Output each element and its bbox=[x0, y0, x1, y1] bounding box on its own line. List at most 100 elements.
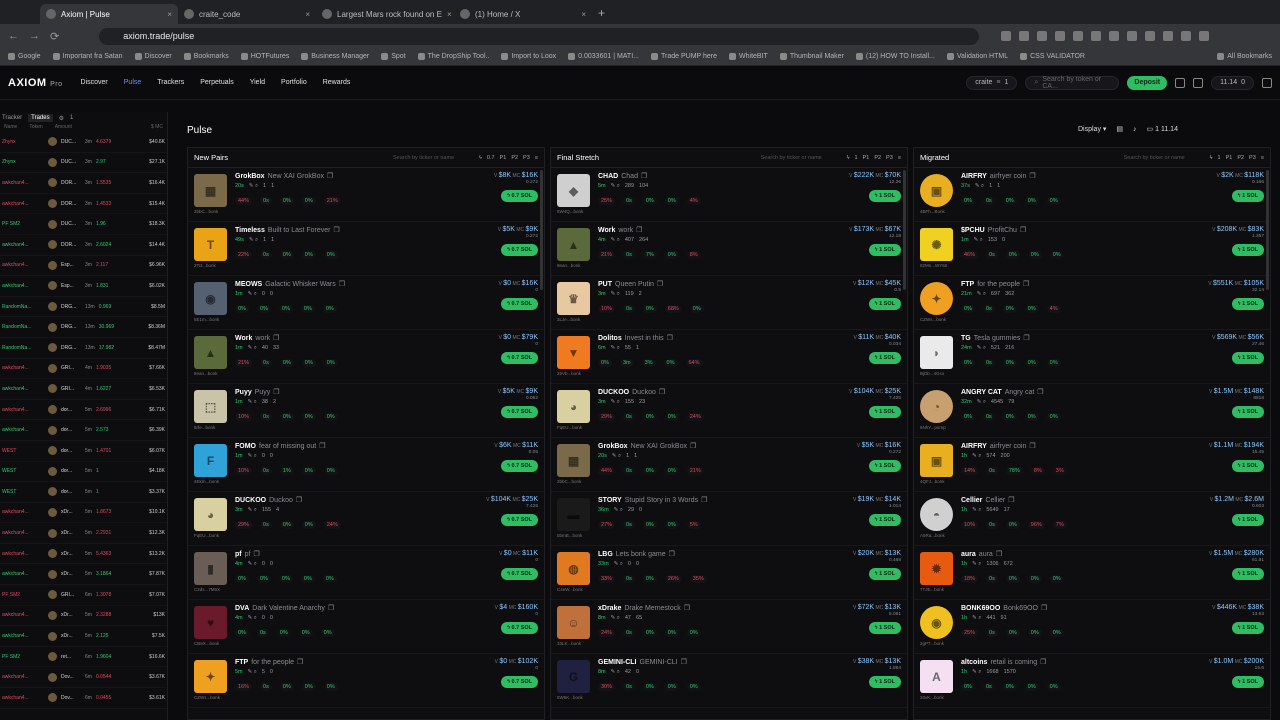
token-symbol[interactable]: Esp... bbox=[61, 283, 81, 289]
token-symbol[interactable]: pf bbox=[235, 551, 242, 558]
copy-icon[interactable]: ❐ bbox=[1041, 604, 1047, 612]
trader-name[interactable]: awkchan4... bbox=[2, 201, 44, 207]
token-symbol[interactable]: FTP bbox=[961, 281, 974, 288]
token-symbol[interactable]: Esp... bbox=[61, 262, 81, 268]
trader-name[interactable]: PF SM2 bbox=[2, 592, 44, 598]
token-image[interactable]: ◍ C4eW...bonk bbox=[557, 552, 590, 592]
trader-name[interactable]: PF SM2 bbox=[2, 654, 44, 660]
preset-p2[interactable]: P2 bbox=[1237, 155, 1244, 161]
token-card[interactable]: T 2Tct...bonk Timeless Built to Last Foreve… bbox=[188, 222, 544, 276]
quick-buy-button[interactable]: ϟ 0.7 SOL bbox=[501, 244, 538, 256]
token-image[interactable]: ◉ 2gP7...bonk bbox=[920, 606, 953, 646]
token-card[interactable]: ◉ 2gP7...bonk BONK69OO Bonk69OO ❐ 1h ✎ ⌕ 441 91 2… bbox=[914, 600, 1270, 654]
quick-buy-button[interactable]: ϟ 1 SOL bbox=[1231, 298, 1264, 310]
trade-row[interactable]: awkchan4... xDr... 5m 2.2931 $12.3K bbox=[0, 523, 167, 544]
column-search-input[interactable]: Search by ticker or name bbox=[761, 155, 841, 161]
trade-row[interactable]: awkchan4... xDr... 5m 2.125 $7.5K bbox=[0, 626, 167, 647]
quick-buy-button[interactable]: ϟ 0.7 SOL bbox=[501, 190, 538, 202]
token-card[interactable]: G 5W6K...bonk GEMINI-CLI GEMINI-CLI ❐ 8m ✎ ⌕ 42… bbox=[551, 654, 907, 708]
token-symbol[interactable]: xDr... bbox=[61, 530, 81, 536]
trade-row[interactable]: awkchan4... xDr... 5m 3.1864 $7.87K bbox=[0, 564, 167, 586]
trade-row[interactable]: awkchan4... DOR... 3m 1.4533 $15.4K bbox=[0, 194, 167, 215]
trade-row[interactable]: PF SM2 GRI... 6m 1.3078 $7.07K bbox=[0, 585, 167, 606]
socials-icons[interactable]: ✎ ⌕ bbox=[612, 453, 621, 460]
token-symbol[interactable]: altcoins bbox=[961, 659, 987, 666]
token-address[interactable]: 3LJe...bonk bbox=[557, 317, 593, 322]
copy-icon[interactable]: ❐ bbox=[328, 604, 334, 612]
token-card[interactable]: ▼ 25Vb...bonk Dolitos Invest in this ❐ 6m ✎ ⌕ 5… bbox=[551, 330, 907, 384]
token-card[interactable]: ◗ BjDb...4Gso TG Tesla gummies ❐ 24m ✎ ⌕ 521 216… bbox=[914, 330, 1270, 384]
trade-row[interactable]: awkchan4... Esp... 3m 1.831 $6.02K bbox=[0, 276, 167, 297]
quick-buy-button[interactable]: ϟ 1 SOL bbox=[868, 676, 901, 688]
token-card[interactable]: ▣ 4BFh...Bonk AIRFRY airfryer coin ❐ 37s ✎ ⌕ 1 1… bbox=[914, 168, 1270, 222]
token-address[interactable]: 5W4Q...bonk bbox=[557, 209, 593, 214]
extension-icon[interactable] bbox=[1181, 31, 1192, 41]
token-image[interactable]: ⬚ 5rfe...bonk bbox=[194, 390, 227, 430]
socials-icons[interactable]: ✎ ⌕ bbox=[611, 669, 620, 676]
token-symbol[interactable]: Work bbox=[598, 227, 615, 234]
token-symbol[interactable]: Dov... bbox=[61, 674, 81, 680]
bookmark[interactable]: 0.0033601 | MATI... bbox=[568, 53, 639, 60]
trade-row[interactable]: Zhynx DUC... 3m 2.97 $27.1K bbox=[0, 153, 167, 174]
token-image[interactable]: ✹ 7TJE...bonk bbox=[920, 552, 953, 592]
trade-row[interactable]: WEST dor... 5m 1 $3.37K bbox=[0, 482, 167, 503]
wallet-icon[interactable]: ▭ 1 11.14 bbox=[1147, 125, 1178, 133]
token-symbol[interactable]: STORY bbox=[598, 497, 622, 504]
trader-name[interactable]: awkchan4... bbox=[2, 262, 44, 268]
token-symbol[interactable]: GRI... bbox=[61, 592, 81, 598]
trader-name[interactable]: PF SM2 bbox=[2, 221, 44, 227]
trader-name[interactable]: RandomNa... bbox=[2, 324, 44, 330]
copy-icon[interactable]: ❐ bbox=[1023, 280, 1029, 288]
browser-tab[interactable]: Largest Mars rock found on E × bbox=[316, 4, 454, 24]
nav-item-portfolio[interactable]: Portfolio bbox=[281, 79, 307, 86]
quick-buy-button[interactable]: ϟ 1 SOL bbox=[868, 352, 901, 364]
token-card[interactable]: ✹ 7TJE...bonk aura aura ❐ 1h ✎ ⌕ 1306 672 18% 0s 0%… bbox=[914, 546, 1270, 600]
trade-row[interactable]: PF SM2 ret... 6m 1.9604 $16.6K bbox=[0, 647, 167, 668]
token-address[interactable]: C2ds...7M6X bbox=[194, 587, 230, 592]
socials-icons[interactable]: ✎ ⌕ bbox=[977, 291, 986, 298]
balance-pill[interactable]: 11.14 0 bbox=[1211, 75, 1254, 90]
trade-row[interactable]: awkchan4... GRI... 4m 1.6227 $6.53K bbox=[0, 379, 167, 400]
quick-buy-button[interactable]: ϟ 1 SOL bbox=[868, 298, 901, 310]
token-address[interactable]: 33vK...bonk bbox=[920, 695, 956, 700]
trader-name[interactable]: awkchan4... bbox=[2, 386, 44, 392]
token-symbol[interactable]: DUC... bbox=[61, 159, 81, 165]
trader-name[interactable]: RandomNa... bbox=[2, 304, 44, 310]
column-scrollbar[interactable] bbox=[903, 170, 906, 290]
quick-buy-button[interactable]: ϟ 1 SOL bbox=[868, 190, 901, 202]
forward-icon[interactable]: → bbox=[29, 30, 40, 42]
token-address[interactable]: 5rfe...bonk bbox=[194, 425, 230, 430]
socials-icons[interactable]: ✎ ⌕ bbox=[977, 345, 986, 352]
copy-icon[interactable]: ❐ bbox=[273, 334, 279, 342]
preset-p1[interactable]: P1 bbox=[500, 155, 507, 161]
token-symbol[interactable]: dor... bbox=[61, 407, 81, 413]
token-symbol[interactable]: DOR... bbox=[61, 242, 81, 248]
socials-icons[interactable]: ✎ ⌕ bbox=[614, 561, 623, 568]
bookmark[interactable]: HOTFutures bbox=[240, 53, 289, 60]
copy-icon[interactable]: ❐ bbox=[1020, 226, 1026, 234]
display-button[interactable]: Display ▾ bbox=[1078, 125, 1106, 133]
bookmark[interactable]: (12) HOW TO Install... bbox=[855, 53, 935, 60]
quick-buy-button[interactable]: ϟ 0.7 SOL bbox=[501, 676, 538, 688]
token-address[interactable]: 2bbC...bonk bbox=[194, 209, 230, 214]
socials-icons[interactable]: ✎ ⌕ bbox=[974, 237, 983, 244]
quick-buy-button[interactable]: ϟ 1 SOL bbox=[868, 406, 901, 418]
trade-row[interactable]: WEST dor... 5m 1 $4.18K bbox=[0, 462, 167, 483]
token-symbol[interactable]: Dolitos bbox=[598, 335, 622, 342]
token-symbol[interactable]: GrokBox bbox=[235, 173, 265, 180]
token-symbol[interactable]: xDr... bbox=[61, 612, 81, 618]
filter-icon[interactable]: ≡ bbox=[898, 155, 901, 161]
token-address[interactable]: 2bbC...bonk bbox=[557, 479, 593, 484]
token-card[interactable]: ▬ 5bmB...bonk STORY Stupid Story in 3 Words… bbox=[551, 492, 907, 546]
token-symbol[interactable]: $PCHU bbox=[961, 227, 985, 234]
copy-icon[interactable]: ❐ bbox=[1029, 442, 1035, 450]
token-symbol[interactable]: xDr... bbox=[61, 633, 81, 639]
column-scrollbar[interactable] bbox=[1266, 170, 1269, 290]
extension-icon[interactable] bbox=[1127, 31, 1138, 41]
trade-row[interactable]: awkchan4... Dov... 6m 0.0544 $3.67K bbox=[0, 667, 167, 689]
quick-buy-button[interactable]: ϟ 1 SOL bbox=[868, 244, 901, 256]
token-symbol[interactable]: DRG... bbox=[61, 304, 81, 310]
quick-buy-button[interactable]: ϟ 0.7 SOL bbox=[501, 406, 538, 418]
trader-name[interactable]: WEST bbox=[2, 448, 44, 454]
filter-icon[interactable]: ≡ bbox=[535, 155, 538, 161]
